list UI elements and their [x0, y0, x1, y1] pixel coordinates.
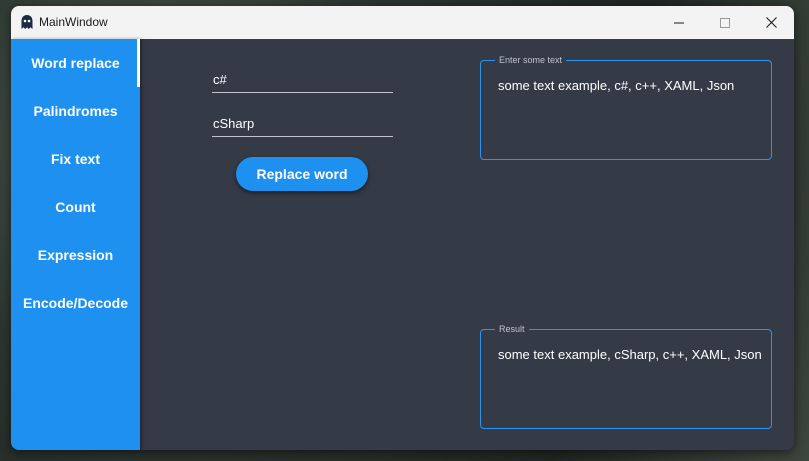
input-text-box[interactable]: Enter some text some text example, c#, c… [480, 55, 772, 160]
sidebar-item-encode-decode[interactable]: Encode/Decode [11, 279, 140, 327]
result-text-box[interactable]: Result some text example, cSharp, c++, X… [480, 324, 772, 429]
sidebar-item-label: Expression [37, 247, 114, 263]
sidebar-item-word-replace[interactable]: Word replace [11, 39, 140, 87]
sidebar-item-label: Word replace [31, 55, 120, 71]
close-icon [765, 17, 777, 28]
window-title: MainWindow [39, 15, 108, 29]
sidebar-item-fix-text[interactable]: Fix text [11, 135, 140, 183]
sidebar-item-palindromes[interactable]: Palindromes [11, 87, 140, 135]
close-button[interactable] [748, 6, 794, 39]
find-word-input[interactable]: c# [212, 68, 393, 93]
result-label: Result [495, 324, 529, 335]
ghost-icon [21, 15, 33, 29]
title-bar[interactable]: MainWindow [11, 6, 794, 39]
active-indicator [137, 39, 140, 87]
sidebar-item-label: Fix text [50, 151, 100, 167]
main-window: MainWindow Word replace Palindromes Fix … [11, 6, 794, 450]
sidebar-item-label: Count [55, 199, 96, 215]
input-text-label: Enter some text [495, 55, 567, 66]
input-text-value: some text example, c#, c++, XAML, Json [498, 78, 735, 93]
replace-word-button[interactable]: Replace word [236, 157, 368, 191]
sidebar: Word replace Palindromes Fix text Count … [11, 39, 140, 450]
sidebar-item-expression[interactable]: Expression [11, 231, 140, 279]
result-value: some text example, cSharp, c++, XAML, Js… [498, 347, 762, 362]
content-area: Word replace Palindromes Fix text Count … [11, 39, 794, 450]
minimize-icon [674, 22, 684, 23]
replacement-word-input[interactable]: cSharp [212, 112, 393, 137]
sidebar-item-label: Palindromes [33, 103, 118, 119]
replacement-word-value: cSharp [213, 116, 255, 131]
maximize-button[interactable] [702, 6, 748, 39]
sidebar-item-count[interactable]: Count [11, 183, 140, 231]
maximize-icon [720, 17, 730, 28]
replace-word-button-label: Replace word [256, 166, 348, 182]
minimize-button[interactable] [656, 6, 702, 39]
find-word-value: c# [213, 72, 227, 87]
sidebar-item-label: Encode/Decode [22, 295, 129, 311]
